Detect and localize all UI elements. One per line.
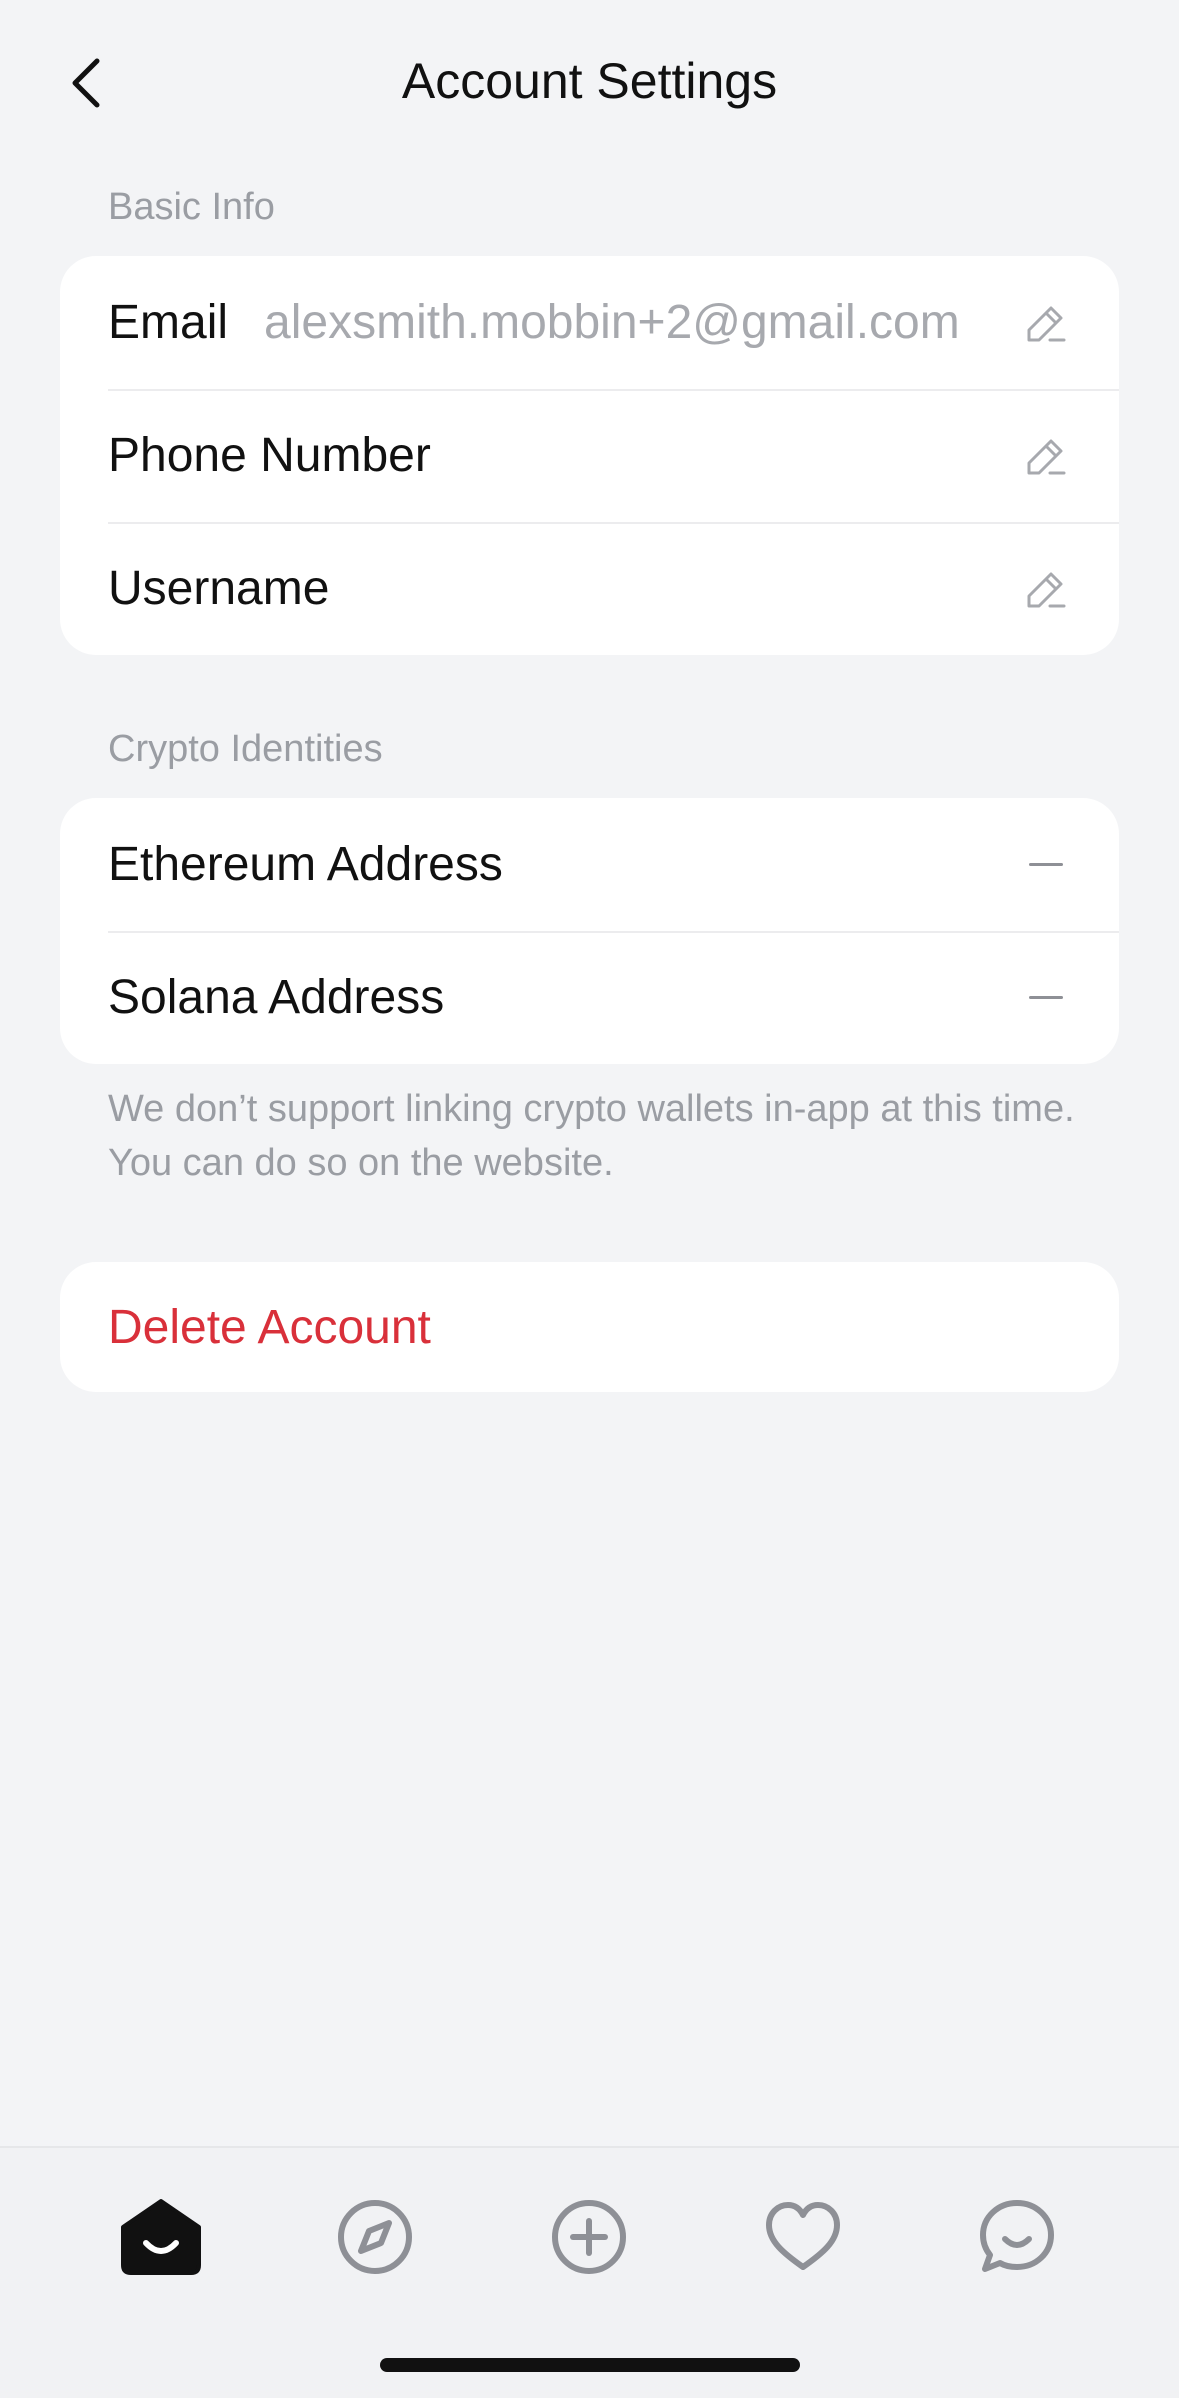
email-edit-button[interactable]: [1023, 300, 1069, 346]
compass-icon: [338, 2200, 412, 2274]
nav-create[interactable]: [534, 2182, 644, 2292]
crypto-identities-card: Ethereum Address Solana Address: [60, 798, 1119, 1064]
username-edit-button[interactable]: [1023, 566, 1069, 612]
section-label-crypto-identities: Crypto Identities: [108, 728, 383, 770]
phone-number-row[interactable]: Phone Number: [60, 389, 1119, 522]
delete-account-button[interactable]: Delete Account: [60, 1262, 1119, 1392]
crypto-wallet-note: We don’t support linking crypto wallets …: [108, 1088, 1075, 1184]
bottom-nav: [0, 2146, 1179, 2398]
nav-favorites[interactable]: [748, 2182, 858, 2292]
basic-info-card: Email alexsmith.mobbin+2@gmail.com Phone…: [60, 256, 1119, 655]
ethereum-address-row[interactable]: Ethereum Address: [60, 798, 1119, 931]
dash-icon: [1029, 863, 1063, 866]
home-icon: [121, 2199, 201, 2275]
pencil-icon: [1027, 439, 1066, 474]
nav-home[interactable]: [106, 2182, 216, 2292]
dash-icon: [1029, 996, 1063, 999]
username-label: Username: [108, 562, 330, 615]
pencil-icon: [1027, 572, 1066, 607]
home-indicator[interactable]: [380, 2358, 800, 2372]
phone-number-label: Phone Number: [108, 429, 431, 482]
chat-bubble-icon: [980, 2200, 1054, 2272]
phone-number-edit-button[interactable]: [1023, 433, 1069, 479]
email-row[interactable]: Email alexsmith.mobbin+2@gmail.com: [60, 256, 1119, 389]
header: Account Settings: [0, 0, 1179, 170]
delete-account-label: Delete Account: [108, 1300, 431, 1354]
page-title: Account Settings: [401, 53, 778, 109]
nav-messages[interactable]: [962, 2182, 1072, 2292]
email-label: Email: [108, 296, 229, 349]
section-label-basic-info: Basic Info: [108, 186, 275, 228]
delete-account-card: Delete Account: [60, 1262, 1119, 1392]
plus-circle-icon: [552, 2200, 626, 2274]
ethereum-address-label: Ethereum Address: [108, 838, 503, 891]
solana-address-label: Solana Address: [108, 971, 445, 1024]
heart-icon: [766, 2202, 840, 2270]
nav-explore[interactable]: [320, 2182, 430, 2292]
solana-address-row[interactable]: Solana Address: [60, 931, 1119, 1064]
pencil-icon: [1027, 306, 1066, 341]
username-row[interactable]: Username: [60, 522, 1119, 655]
email-value: alexsmith.mobbin+2@gmail.com: [264, 296, 960, 349]
